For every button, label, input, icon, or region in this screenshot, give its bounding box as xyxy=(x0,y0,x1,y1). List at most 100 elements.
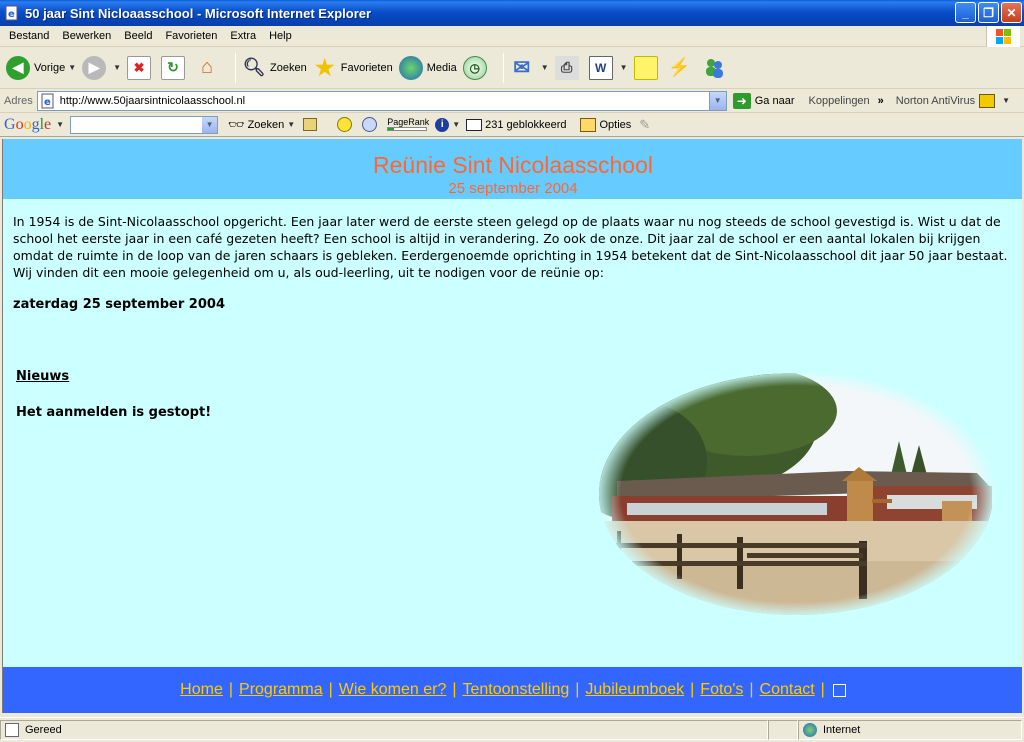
page-title: Reünie Sint Nicolaasschool xyxy=(373,152,653,178)
messenger-alert-button[interactable]: ⚡ xyxy=(668,56,696,80)
pagerank-indicator: PageRank xyxy=(387,118,429,131)
status-text: Gereed xyxy=(25,724,62,736)
note-icon xyxy=(633,55,658,80)
media-button[interactable]: Media xyxy=(398,55,457,80)
address-dropdown-button[interactable]: ▼ xyxy=(708,91,726,110)
stop-icon: ✖ xyxy=(127,55,152,80)
options-button[interactable]: Opties xyxy=(599,119,631,131)
smiley-sad-icon[interactable] xyxy=(362,117,378,132)
google-search-input[interactable]: ▼ xyxy=(70,115,219,134)
news-icon[interactable] xyxy=(303,118,318,131)
mail-button[interactable]: ✉ ▼ xyxy=(510,56,548,80)
internet-globe-icon xyxy=(803,723,817,737)
history-button[interactable]: ◷ xyxy=(462,55,491,80)
svg-text:e: e xyxy=(8,9,15,20)
popup-blocker-icon[interactable] xyxy=(466,118,483,131)
edit-button[interactable]: W ▼ xyxy=(588,55,628,80)
reunion-date: zaterdag 25 september 2004 xyxy=(13,297,225,312)
info-dropdown-icon[interactable]: ▼ xyxy=(452,120,460,129)
messenger-people-icon xyxy=(702,56,726,80)
back-button[interactable]: ◀ Vorige ▼ xyxy=(6,55,76,80)
stop-button[interactable]: ✖ xyxy=(127,55,155,80)
ie-page-icon: e xyxy=(41,93,54,108)
menu-bestand[interactable]: Bestand xyxy=(4,30,54,42)
google-search-button[interactable]: Zoeken xyxy=(248,119,285,131)
links-button[interactable]: Koppelingen xyxy=(809,95,870,107)
info-icon[interactable]: i xyxy=(435,117,450,132)
school-photo xyxy=(599,373,993,615)
intro-paragraph: In 1954 is de Sint-Nicolaasschool opgeri… xyxy=(13,214,1008,280)
nav-programma[interactable]: Programma xyxy=(239,681,323,699)
menu-help[interactable]: Help xyxy=(264,30,297,42)
norton-dropdown-icon[interactable]: ▼ xyxy=(1002,96,1010,105)
google-search-dropdown-button[interactable]: ▼ xyxy=(202,116,218,133)
windows-logo-icon xyxy=(986,26,1020,47)
search-button[interactable]: 🔍︎ Zoeken xyxy=(242,56,307,80)
messenger-button[interactable] xyxy=(702,56,730,80)
restore-button[interactable]: ❐ xyxy=(978,2,999,23)
menu-bewerken[interactable]: Bewerken xyxy=(57,30,116,42)
home-button[interactable]: ⌂ xyxy=(195,56,223,80)
nav-jubileumboek[interactable]: Jubileumboek xyxy=(585,681,684,699)
menu-extra[interactable]: Extra xyxy=(225,30,261,42)
page-viewport: Reünie Sint Nicolaasschool 25 september … xyxy=(2,139,1022,713)
status-panel-empty-1 xyxy=(768,720,798,740)
forward-button[interactable]: ▶ ▼ xyxy=(82,55,121,80)
options-icon[interactable] xyxy=(580,117,597,132)
print-button[interactable]: ⎙ xyxy=(554,55,583,80)
chevron-icon[interactable]: » xyxy=(878,95,884,107)
news-text: Het aanmelden is gestopt! xyxy=(16,405,212,420)
highlighter-icon[interactable]: ✎ xyxy=(639,117,650,133)
navigation-footer: Home | Programma | Wie komen er? | Tentoons… xyxy=(3,667,1022,713)
page-subtitle: 25 september 2004 xyxy=(448,180,578,197)
smiley-happy-icon[interactable] xyxy=(337,117,353,132)
go-arrow-icon[interactable]: ➜ xyxy=(732,92,751,109)
nav-wie-komen-er[interactable]: Wie komen er? xyxy=(339,681,447,699)
done-page-icon xyxy=(5,723,19,737)
ie-page-icon: e xyxy=(5,5,18,21)
minimize-button[interactable]: _ xyxy=(955,2,976,23)
nav-links: Home | Programma | Wie komen er? | Tentoons… xyxy=(180,681,846,699)
home-icon: ⌂ xyxy=(201,56,214,78)
close-button[interactable]: ✕ xyxy=(1001,2,1022,23)
lightning-icon: ⚡ xyxy=(668,57,691,77)
address-url: http://www.50jaarsintnicolaasschool.nl xyxy=(59,94,246,107)
window-title: 50 jaar Sint Nicloaasschool - Microsoft … xyxy=(25,5,372,21)
nav-home[interactable]: Home xyxy=(180,681,223,699)
zone-panel: Internet xyxy=(798,720,1022,740)
popup-blocked-count[interactable]: 231 geblokkeerd xyxy=(485,119,566,131)
search-icon: 🔍︎ xyxy=(242,57,266,77)
title-bar: e 50 jaar Sint Nicloaasschool - Microsof… xyxy=(0,0,1024,26)
menu-favorieten[interactable]: Favorieten xyxy=(160,30,222,42)
nav-fotos[interactable]: Foto's xyxy=(700,681,743,699)
nav-tentoonstelling[interactable]: Tentoonstelling xyxy=(463,681,570,699)
address-bar: Adres e http://www.50jaarsintnicolaassch… xyxy=(0,89,1024,113)
go-button[interactable]: Ga naar xyxy=(755,95,795,107)
refresh-button[interactable]: ↻ xyxy=(161,55,189,80)
favorites-button[interactable]: ★ Favorieten xyxy=(313,55,393,80)
word-edit-icon: W xyxy=(588,55,613,80)
standard-toolbar: ◀ Vorige ▼ ▶ ▼ ✖ ↻ ⌂ 🔍︎ Zoeken ★ Favoriete… xyxy=(0,47,1024,89)
svg-text:e: e xyxy=(44,97,51,108)
notes-button[interactable] xyxy=(633,55,662,80)
menu-beeld[interactable]: Beeld xyxy=(119,30,157,42)
google-search-dropdown-icon[interactable]: ▼ xyxy=(287,120,295,129)
history-icon: ◷ xyxy=(462,55,487,80)
back-arrow-icon: ◀ xyxy=(6,55,30,80)
norton-label[interactable]: Norton AntiVirus xyxy=(896,95,975,107)
status-text-panel: Gereed xyxy=(0,720,768,740)
broken-image-icon xyxy=(832,683,846,697)
menu-bar: Bestand Bewerken Beeld Favorieten Extra … xyxy=(0,26,1024,47)
address-input[interactable]: e http://www.50jaarsintnicolaasschool.nl… xyxy=(36,90,727,111)
media-globe-icon xyxy=(398,55,423,80)
norton-icon[interactable] xyxy=(979,93,996,108)
refresh-icon: ↻ xyxy=(161,55,186,80)
google-logo[interactable]: Google xyxy=(4,116,51,134)
mail-icon: ✉ xyxy=(513,57,531,79)
status-bar: Gereed Internet xyxy=(0,717,1024,742)
zone-text: Internet xyxy=(823,724,861,736)
binoculars-icon[interactable]: 👓︎ xyxy=(228,117,245,133)
google-menu-dropdown-icon[interactable]: ▼ xyxy=(56,120,64,129)
printer-icon: ⎙ xyxy=(554,55,579,80)
nav-contact[interactable]: Contact xyxy=(760,681,815,699)
